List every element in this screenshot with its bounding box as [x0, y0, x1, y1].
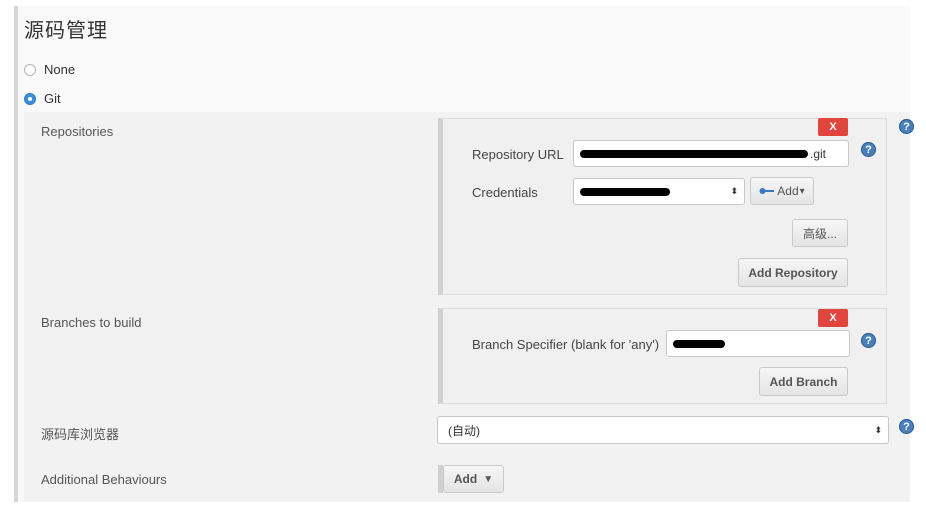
repository-url-label: Repository URL: [472, 147, 564, 162]
advanced-button[interactable]: 高级...: [792, 219, 848, 247]
add-behaviour-button[interactable]: Add ▼: [443, 465, 504, 493]
branches-label: Branches to build: [41, 315, 142, 330]
key-icon: [759, 188, 775, 194]
repositories-help-icon[interactable]: ?: [899, 119, 914, 134]
repository-browser-value: (自动): [448, 423, 480, 438]
radio-git[interactable]: [24, 92, 36, 105]
branch-specifier-help-icon[interactable]: ?: [861, 333, 876, 348]
repositories-label: Repositories: [41, 124, 114, 139]
select-arrows-icon: ⬍: [874, 424, 882, 435]
add-behaviour-label: Add: [453, 472, 478, 486]
repository-url-suffix: .git: [810, 146, 827, 161]
branch-specifier-input[interactable]: [666, 330, 850, 357]
scm-option-none[interactable]: None: [24, 62, 75, 77]
dropdown-caret-icon: ▾: [799, 185, 805, 197]
repository-url-help-icon[interactable]: ?: [861, 142, 876, 157]
repository-browser-help-icon[interactable]: ?: [899, 419, 914, 434]
repository-browser-label: 源码库浏览器: [41, 427, 120, 442]
delete-repository-button[interactable]: X: [818, 118, 848, 136]
select-arrows-icon: ⬍: [730, 186, 738, 196]
dropdown-caret-icon: ▼: [483, 473, 494, 485]
add-credentials-button[interactable]: Add ▾: [750, 177, 814, 205]
scm-option-git[interactable]: Git: [24, 91, 61, 106]
section-title: 源码管理: [24, 20, 108, 42]
delete-branch-button[interactable]: X: [818, 309, 848, 327]
add-branch-button[interactable]: Add Branch: [759, 367, 848, 396]
radio-none[interactable]: [24, 63, 36, 76]
add-credentials-label: Add: [777, 184, 799, 198]
credentials-label: Credentials: [472, 185, 538, 200]
radio-none-label: None: [44, 62, 76, 77]
redacted-url: [580, 149, 808, 158]
add-repository-button[interactable]: Add Repository: [738, 258, 848, 287]
credentials-select[interactable]: ⬍: [573, 178, 745, 205]
redacted-branch: [673, 339, 725, 348]
repository-browser-select[interactable]: (自动) ⬍: [437, 416, 889, 444]
redacted-credential: [580, 187, 670, 196]
branch-specifier-label: Branch Specifier (blank for 'any'): [472, 337, 660, 352]
additional-behaviours-label: Additional Behaviours: [41, 472, 167, 487]
repository-url-input[interactable]: .git: [573, 140, 849, 167]
radio-git-label: Git: [44, 91, 61, 106]
